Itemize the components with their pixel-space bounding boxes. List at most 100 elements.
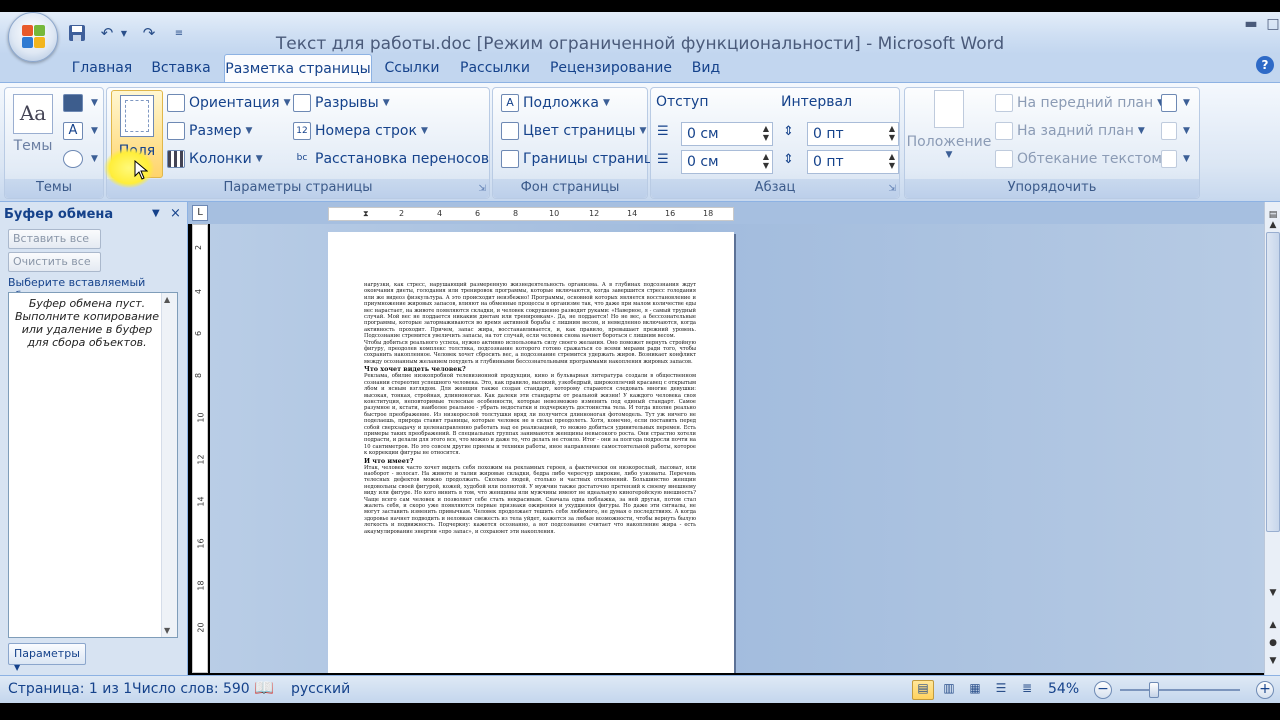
spacing-after-input[interactable]: 0 пт ▲ ▼ <box>807 150 899 174</box>
breaks-icon <box>293 94 311 112</box>
indent-marker-icon[interactable]: ⧗ <box>363 209 369 219</box>
group-label: Параметры страницы <box>107 179 489 198</box>
document-text[interactable]: нагрузки, как стресс, нарушающий размере… <box>364 282 696 535</box>
send-back-button[interactable]: На задний план ▼ <box>995 122 1145 140</box>
close-icon[interactable]: × <box>170 206 181 221</box>
text-wrap-button[interactable]: Обтекание текстом▼ <box>995 150 1173 168</box>
horizontal-ruler[interactable]: ⧗ 2 4 6 8 10 12 14 16 18 <box>328 207 734 221</box>
group-page-setup: Поля Ориентация▼ Размер▼ Колонки▼ Разрыв… <box>106 87 500 199</box>
office-button[interactable] <box>8 12 58 62</box>
spinner-icon[interactable]: ▲ ▼ <box>889 124 895 142</box>
minimize-icon[interactable]: ▬ <box>1240 16 1262 36</box>
size-button[interactable]: Размер ▼ <box>167 122 252 140</box>
themes-icon: Aa <box>13 94 53 134</box>
page-borders-icon <box>501 150 519 168</box>
spacing-before-icon: ⇕ <box>783 124 794 139</box>
line-numbers-button[interactable]: 12 Номера строк ▼ <box>293 122 428 140</box>
word-count[interactable]: Число слов: 590 <box>132 681 250 697</box>
spinner-icon[interactable]: ▲ ▼ <box>763 124 769 142</box>
zoom-slider[interactable] <box>1120 689 1240 691</box>
group-page-background: A Подложка ▼ Цвет страницы ▼ Границы страни… <box>492 87 653 199</box>
spacing-after-icon: ⇕ <box>783 152 794 167</box>
zoom-out-icon[interactable]: − <box>1094 681 1112 699</box>
tab-page-layout[interactable]: Разметка страницы <box>224 54 372 83</box>
maximize-icon[interactable]: □ <box>1262 16 1280 36</box>
scroll-thumb[interactable] <box>1266 232 1280 532</box>
tab-insert[interactable]: Вставка <box>146 60 216 82</box>
ribbon-tabs: Главная Вставка Разметка страницы Ссылки… <box>0 54 1280 83</box>
indent-right-icon: ☰ <box>657 152 669 167</box>
clipboard-list[interactable]: Буфер обмена пуст. Выполните копирование… <box>8 292 178 638</box>
browse-object-icon[interactable]: ● <box>1266 638 1280 652</box>
zoom-in-icon[interactable]: + <box>1256 681 1274 699</box>
indent-left-input[interactable]: 0 см ▲ ▼ <box>681 122 773 146</box>
undo-dropdown-icon[interactable]: ▼ <box>118 22 130 44</box>
columns-icon <box>167 150 185 168</box>
language[interactable]: русский <box>291 681 350 697</box>
indent-right-input[interactable]: 0 см ▲ ▼ <box>681 150 773 174</box>
group-label: Темы <box>5 179 103 198</box>
document-page[interactable]: нагрузки, как стресс, нарушающий размере… <box>328 232 734 673</box>
spinner-icon[interactable]: ▲ ▼ <box>763 152 769 170</box>
help-icon[interactable]: ? <box>1256 56 1274 74</box>
theme-effects-icon[interactable]: ▼ <box>63 150 98 168</box>
paragraph: Реклама, обилие низкопробной телевизионн… <box>364 373 696 457</box>
undo-icon[interactable]: ↶ <box>96 22 118 44</box>
full-screen-reading-icon[interactable]: ▥ <box>938 680 960 700</box>
tab-mailings[interactable]: Рассылки <box>454 60 536 82</box>
scroll-down-icon[interactable]: ▼ <box>1266 588 1280 602</box>
page-count[interactable]: Страница: 1 из 1 <box>8 681 132 697</box>
page-color-button[interactable]: Цвет страницы ▼ <box>501 122 646 140</box>
customize-qat-icon[interactable]: ≡ <box>172 22 186 44</box>
bring-front-button[interactable]: На передний план▼ <box>995 94 1164 112</box>
align-icon[interactable]: ▼ <box>1161 94 1190 112</box>
draft-view-icon[interactable]: ≣ <box>1016 680 1038 700</box>
prev-page-icon[interactable]: ▲ <box>1266 620 1280 634</box>
tab-home[interactable]: Главная <box>66 60 138 82</box>
orientation-button[interactable]: Ориентация ▼ <box>167 94 290 112</box>
vertical-scrollbar[interactable]: ▤ ▲ ▼ ▲ ● ▼ <box>1264 202 1280 675</box>
rotate-icon[interactable]: ▼ <box>1161 150 1190 168</box>
tab-stop-selector[interactable]: L <box>192 205 208 221</box>
theme-colors-icon[interactable]: ▼ <box>63 94 98 112</box>
spinner-icon[interactable]: ▲ ▼ <box>889 152 895 170</box>
document-area: нагрузки, как стресс, нарушающий размере… <box>210 224 1264 673</box>
dialog-launcher-icon[interactable]: ⇲ <box>478 184 486 194</box>
group-objects-icon[interactable]: ▼ <box>1161 122 1190 140</box>
redo-icon[interactable]: ↷ <box>138 22 160 44</box>
print-layout-view-icon[interactable]: ▤ <box>912 680 934 700</box>
position-icon <box>934 90 964 128</box>
next-page-icon[interactable]: ▼ <box>1266 656 1280 670</box>
outline-view-icon[interactable]: ☰ <box>990 680 1012 700</box>
watermark-button[interactable]: A Подложка ▼ <box>501 94 610 112</box>
indent-label: Отступ <box>656 94 709 110</box>
save-icon[interactable] <box>66 22 88 44</box>
vertical-ruler[interactable]: 2 4 6 8 10 12 14 16 18 20 <box>192 224 208 673</box>
position-button[interactable]: Положение ▼ <box>907 90 991 160</box>
breaks-button[interactable]: Разрывы ▼ <box>293 94 390 112</box>
tab-references[interactable]: Ссылки <box>378 60 446 82</box>
page-borders-button[interactable]: Границы страниц <box>501 150 653 168</box>
title-bar: Текст для работы.doc [Режим ограниченной… <box>0 12 1280 54</box>
send-back-icon <box>995 122 1013 140</box>
zoom-slider-thumb[interactable] <box>1149 682 1159 698</box>
theme-fonts-icon[interactable]: A ▼ <box>63 122 98 140</box>
pane-options-icon[interactable]: ▼ <box>152 208 160 219</box>
group-themes: Aa Темы ▼ A ▼ ▼ Темы <box>4 87 104 199</box>
themes-button[interactable]: Aa Темы <box>11 94 55 154</box>
paste-all-button[interactable]: Вставить все <box>8 229 101 249</box>
spellcheck-icon[interactable]: 📖 <box>254 678 274 697</box>
clipboard-scrollbar[interactable]: ▲ ▼ <box>161 293 177 637</box>
clear-all-button[interactable]: Очистить все <box>8 252 101 272</box>
zoom-level[interactable]: 54% <box>1048 681 1079 697</box>
web-layout-icon[interactable]: ▦ <box>964 680 986 700</box>
indent-left-icon: ☰ <box>657 124 669 139</box>
tab-review[interactable]: Рецензирование <box>546 60 676 82</box>
spacing-before-input[interactable]: 0 пт ▲ ▼ <box>807 122 899 146</box>
options-button[interactable]: Параметры ▼ <box>8 643 86 672</box>
hyphenation-button[interactable]: bcРасстановка переносов▼ <box>293 150 500 168</box>
dialog-launcher-icon[interactable]: ⇲ <box>888 184 896 194</box>
tab-view[interactable]: Вид <box>686 60 726 82</box>
columns-button[interactable]: Колонки ▼ <box>167 150 263 168</box>
group-label: Абзац <box>651 179 899 198</box>
